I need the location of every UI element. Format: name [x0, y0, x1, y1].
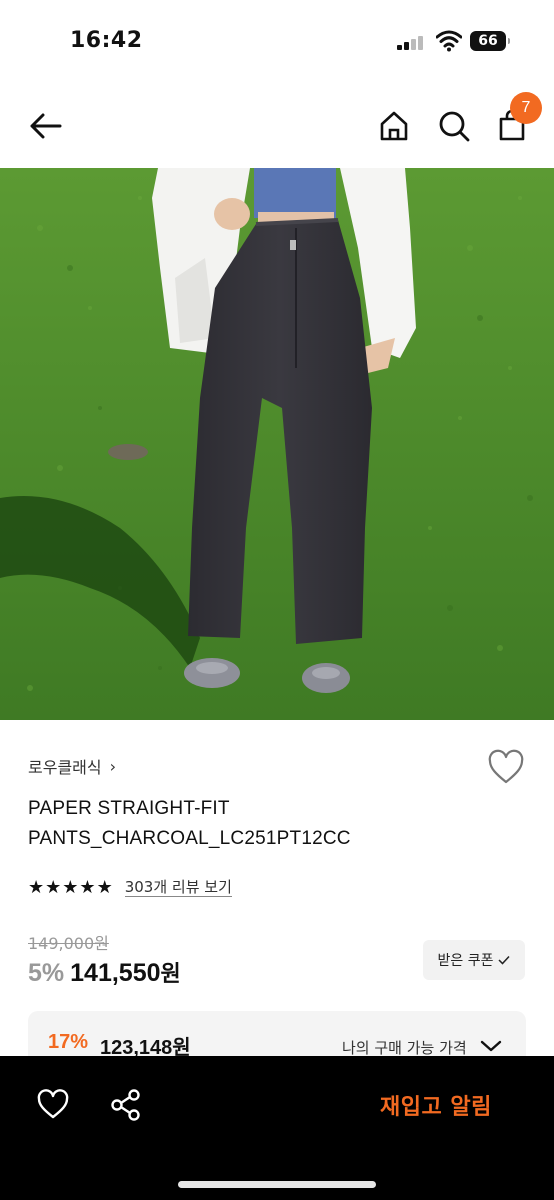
bottom-action-bar: 재입고 알림 [0, 1056, 554, 1200]
home-icon[interactable] [374, 106, 414, 146]
home-indicator[interactable] [178, 1181, 376, 1188]
product-photo [0, 168, 554, 720]
price-row: 5% 141,550원 [28, 956, 181, 988]
star-rating: ★ ★ ★ ★ ★ [28, 876, 113, 898]
status-bar: 16:42 66 [0, 0, 554, 84]
chevron-right-icon: › [109, 756, 117, 776]
heart-icon[interactable] [36, 1088, 70, 1122]
review-link[interactable]: 303개 리뷰 보기 [124, 878, 232, 897]
star-icon: ★ [45, 876, 62, 898]
product-title: PAPER STRAIGHT-FIT PANTS_CHARCOAL_LC251P… [28, 798, 351, 849]
top-navigation [0, 84, 554, 168]
cart-count-badge: 7 [510, 92, 542, 124]
coupon-button-label: 받은 쿠폰 [437, 953, 494, 969]
discount-rate: 5% [28, 959, 65, 987]
rating-row: ★ ★ ★ ★ ★ 303개 리뷰 보기 [28, 878, 232, 897]
my-discount-rate: 17% [48, 1031, 89, 1053]
restock-alert-button[interactable]: 재입고 알림 [380, 1089, 492, 1121]
received-coupon-button[interactable]: 받은 쿠폰 [423, 940, 525, 980]
sale-price: 141,550 [70, 959, 161, 987]
wifi-icon [436, 30, 462, 52]
star-icon: ★ [28, 876, 45, 898]
status-time: 16:42 [70, 28, 143, 53]
wishlist-heart-icon[interactable] [486, 748, 526, 788]
chevron-down-icon [480, 1040, 502, 1052]
search-icon[interactable] [434, 106, 474, 146]
check-icon [498, 955, 511, 965]
brand-link[interactable]: 로우클래식 › [28, 754, 116, 778]
cellular-signal-icon [397, 36, 425, 50]
original-price: 149,000원 [28, 934, 109, 953]
currency-unit: 원 [160, 962, 181, 987]
battery-indicator: 66 [470, 31, 510, 51]
product-image[interactable] [0, 168, 554, 720]
star-icon: ★ [62, 876, 79, 898]
brand-name: 로우클래식 [28, 758, 102, 777]
share-icon[interactable] [110, 1088, 142, 1122]
star-icon: ★ [79, 876, 96, 898]
back-arrow-icon[interactable] [26, 106, 66, 146]
star-icon: ★ [96, 876, 113, 898]
my-price-label: 나의 구매 가능 가격 [342, 1039, 467, 1057]
